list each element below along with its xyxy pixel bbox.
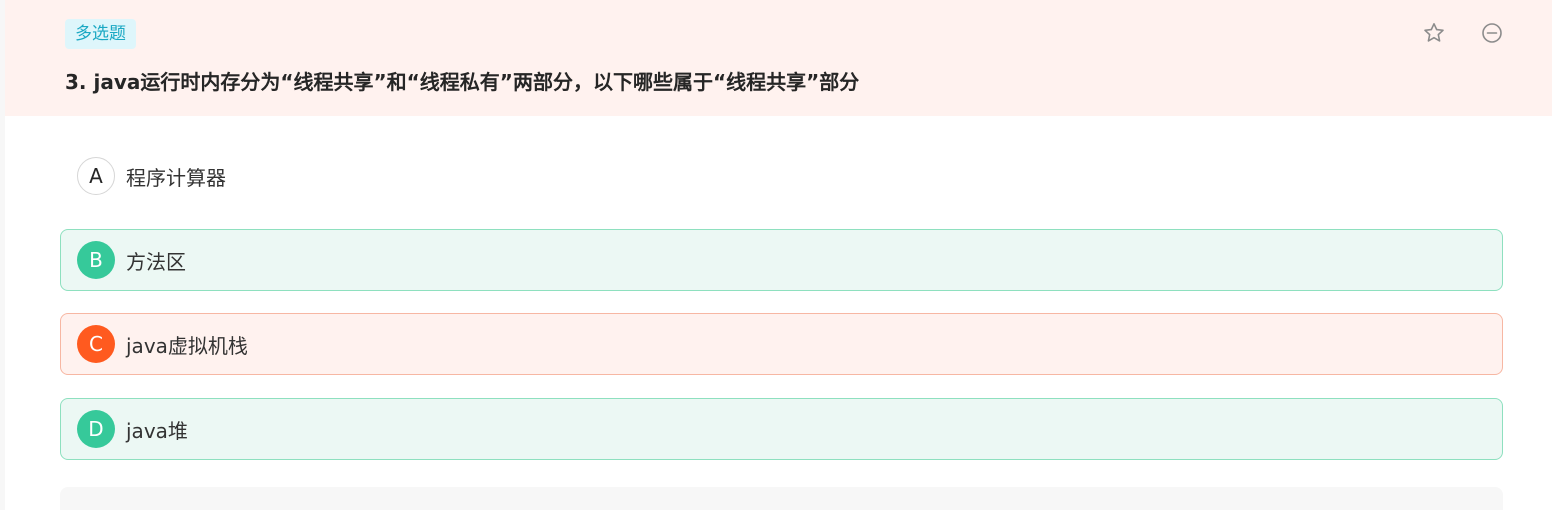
answer-analysis-panel <box>60 487 1503 510</box>
favorite-button[interactable] <box>1421 20 1447 46</box>
option-b[interactable]: B 方法区 <box>60 229 1503 291</box>
question-title: 3. java运行时内存分为“线程共享”和“线程私有”两部分，以下哪些属于“线程… <box>65 70 860 94</box>
question-header: 多选题 3. java运行时内存分为“线程共享”和“线程私有”两部分，以下哪些属… <box>5 0 1552 116</box>
option-letter-d: D <box>77 410 115 448</box>
minus-circle-icon <box>1482 23 1502 43</box>
option-text-b: 方法区 <box>126 249 186 274</box>
option-text-d: java堆 <box>126 418 188 443</box>
option-d[interactable]: D java堆 <box>60 398 1503 460</box>
option-c[interactable]: C java虚拟机栈 <box>60 313 1503 375</box>
star-icon <box>1424 23 1444 42</box>
question-type-tag: 多选题 <box>65 19 136 49</box>
option-text-a: 程序计算器 <box>126 165 226 190</box>
remove-question-button[interactable] <box>1479 20 1505 46</box>
option-text-c: java虚拟机栈 <box>126 333 248 358</box>
option-letter-a: A <box>77 157 115 195</box>
option-a[interactable]: A 程序计算器 <box>60 145 1503 207</box>
question-page: 多选题 3. java运行时内存分为“线程共享”和“线程私有”两部分，以下哪些属… <box>0 0 1552 510</box>
option-letter-b: B <box>77 241 115 279</box>
option-letter-c: C <box>77 325 115 363</box>
